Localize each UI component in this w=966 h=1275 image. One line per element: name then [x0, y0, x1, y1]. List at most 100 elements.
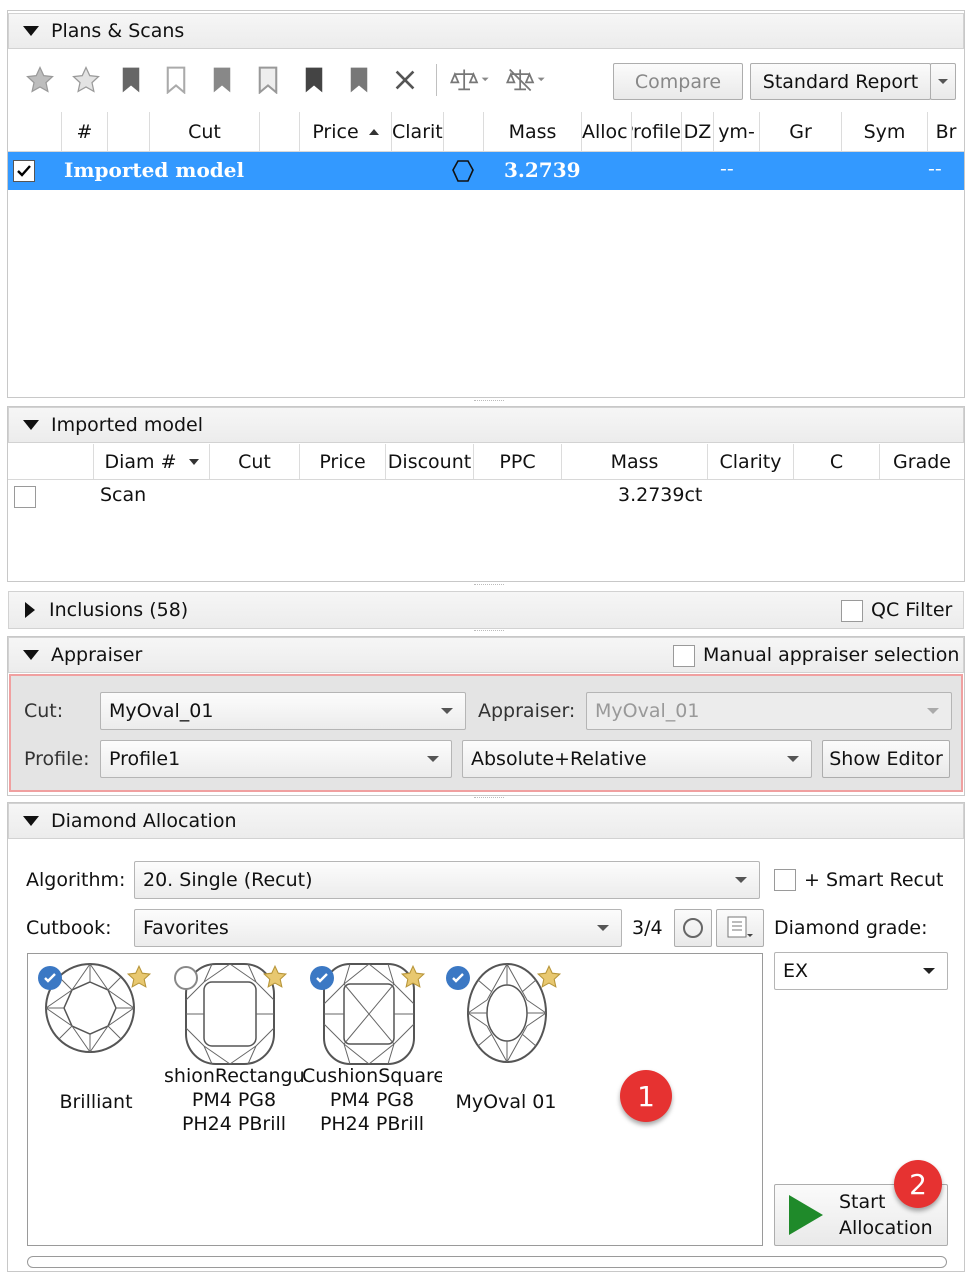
- compare-button[interactable]: Compare: [613, 63, 743, 100]
- scales-crossed-icon[interactable]: [502, 62, 550, 98]
- diamond-grade-select[interactable]: EX: [774, 952, 948, 990]
- cut-select-value: MyOval_01: [109, 700, 214, 722]
- profile-label: Profile:: [24, 748, 90, 770]
- sort-descending-icon: [188, 458, 199, 465]
- bookmark-light-icon[interactable]: [158, 62, 194, 98]
- close-icon[interactable]: [387, 62, 423, 98]
- star-icon[interactable]: [400, 964, 426, 990]
- gem-cushion-rectangular[interactable]: shionRectangu PM4 PG8 PH24 PBrill: [164, 958, 304, 1138]
- cutbook-select[interactable]: Favorites: [134, 909, 622, 947]
- plans-header[interactable]: Plans & Scans: [8, 13, 964, 49]
- cut-select[interactable]: MyOval_01: [100, 692, 466, 730]
- col-price[interactable]: Price: [300, 444, 386, 479]
- report-dropdown-button[interactable]: [930, 63, 956, 100]
- gem-brilliant[interactable]: Brilliant: [36, 958, 160, 1138]
- smart-recut-checkbox[interactable]: [774, 869, 796, 891]
- col-grade[interactable]: Grade: [880, 444, 964, 479]
- checked-icon[interactable]: [38, 966, 62, 990]
- col-blank: [108, 112, 150, 151]
- cut-label: Cut:: [24, 700, 64, 722]
- col-price[interactable]: Price: [300, 112, 392, 151]
- inclusions-header[interactable]: Inclusions (58) QC Filter: [8, 591, 964, 629]
- col-alloc[interactable]: Alloc: [582, 112, 632, 151]
- col-cut[interactable]: Cut: [210, 444, 300, 479]
- col-number[interactable]: #: [62, 112, 108, 151]
- col-br[interactable]: Br: [928, 112, 964, 151]
- imported-header[interactable]: Imported model: [8, 407, 964, 443]
- collapse-arrow-icon[interactable]: [23, 26, 39, 36]
- checked-icon[interactable]: [310, 966, 334, 990]
- show-editor-button[interactable]: Show Editor: [822, 740, 950, 778]
- expand-arrow-icon[interactable]: [25, 602, 35, 618]
- chevron-down-icon: [441, 708, 453, 714]
- row-checkbox[interactable]: [14, 486, 36, 508]
- col-diam[interactable]: Diam #: [94, 444, 210, 479]
- row-ym: --: [720, 158, 734, 180]
- star-icon[interactable]: [262, 964, 288, 990]
- gem-cushion-square[interactable]: CushionSquare PM4 PG8 PH24 PBrill: [302, 958, 442, 1138]
- circle-toggle-button[interactable]: [674, 909, 712, 947]
- bookmark-dark-icon[interactable]: [113, 62, 149, 98]
- qc-filter-checkbox[interactable]: [841, 600, 863, 622]
- col-clarity[interactable]: Clarity: [708, 444, 794, 479]
- star-filled-icon[interactable]: [22, 62, 58, 98]
- circle-icon: [683, 918, 703, 938]
- col-mass[interactable]: Mass: [562, 444, 708, 479]
- collapse-arrow-icon[interactable]: [23, 420, 39, 430]
- row-checkbox[interactable]: [13, 160, 35, 182]
- star-icon[interactable]: [126, 964, 152, 990]
- toolbar-separator: [436, 64, 437, 96]
- algorithm-label: Algorithm:: [26, 869, 126, 891]
- splitter-grip[interactable]: [474, 400, 504, 402]
- splitter-grip[interactable]: [474, 584, 504, 586]
- bookmark-black-icon[interactable]: [296, 62, 332, 98]
- star-icon[interactable]: [536, 964, 562, 990]
- oval-shape-icon: [452, 159, 474, 188]
- profile-select[interactable]: Profile1: [100, 740, 452, 778]
- checked-icon[interactable]: [446, 966, 470, 990]
- col-mass[interactable]: Mass: [484, 112, 582, 151]
- col-ppc[interactable]: PPC: [474, 444, 562, 479]
- splitter-grip[interactable]: [474, 797, 504, 799]
- bookmark-remove-icon[interactable]: [341, 62, 377, 98]
- allocation-header[interactable]: Diamond Allocation: [8, 803, 964, 839]
- appraiser-label: Appraiser:: [478, 700, 576, 722]
- row-mass: 3.2739ct: [618, 484, 703, 506]
- scales-icon[interactable]: [446, 62, 494, 98]
- col-c[interactable]: C: [794, 444, 880, 479]
- col-gr[interactable]: Gr: [760, 112, 842, 151]
- annotation-badge-2: 2: [894, 1160, 942, 1208]
- row-mass: 3.2739: [504, 158, 581, 182]
- standard-report-button[interactable]: Standard Report: [750, 63, 931, 100]
- row-diam: Scan: [100, 484, 147, 506]
- col-cut[interactable]: Cut: [150, 112, 260, 151]
- collapse-arrow-icon[interactable]: [23, 650, 39, 660]
- row-name: Imported model: [64, 158, 245, 182]
- gem-label: shionRectangu PM4 PG8 PH24 PBrill: [164, 1065, 304, 1135]
- star-outline-icon[interactable]: [68, 62, 104, 98]
- col-dz[interactable]: DZ: [682, 112, 714, 151]
- play-icon: [789, 1195, 823, 1235]
- cutbook-label: Cutbook:: [26, 917, 112, 939]
- col-ym[interactable]: ym-: [714, 112, 760, 151]
- chevron-down-icon: [923, 968, 935, 974]
- table-row-scan[interactable]: Scan 3.2739ct: [8, 482, 964, 512]
- col-profile[interactable]: Profile: [632, 112, 682, 151]
- unchecked-icon[interactable]: [174, 966, 198, 990]
- bookmark-gray-icon[interactable]: [204, 62, 240, 98]
- gem-my-oval[interactable]: MyOval 01: [440, 958, 576, 1138]
- algorithm-select[interactable]: 20. Single (Recut): [134, 861, 760, 899]
- manual-appraiser-checkbox[interactable]: [673, 645, 695, 667]
- col-sym[interactable]: Sym: [842, 112, 928, 151]
- col-discount[interactable]: Discount: [386, 444, 474, 479]
- diamond-grade-label: Diamond grade:: [774, 917, 928, 939]
- bookmark-outline-icon[interactable]: [250, 62, 286, 98]
- mode-select[interactable]: Absolute+Relative: [462, 740, 812, 778]
- appraiser-header[interactable]: Appraiser Manual appraiser selection: [8, 637, 964, 673]
- table-row-imported-model[interactable]: Imported model 3.2739 -- --: [8, 152, 964, 190]
- list-menu-button[interactable]: [716, 909, 764, 947]
- col-clarity[interactable]: Clarity: [392, 112, 444, 151]
- splitter-grip[interactable]: [474, 630, 504, 632]
- collapse-arrow-icon[interactable]: [23, 816, 39, 826]
- list-icon: [727, 916, 753, 938]
